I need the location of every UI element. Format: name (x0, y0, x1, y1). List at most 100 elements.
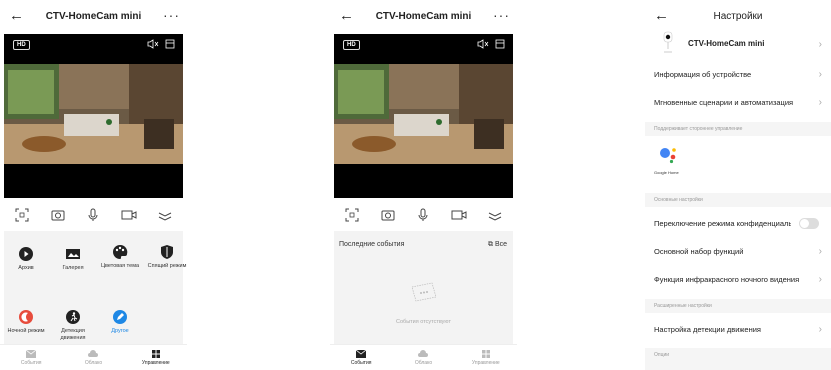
fullscreen-icon[interactable] (494, 38, 506, 50)
ir-night-row[interactable]: Функция инфракрасного ночного видения › (645, 267, 831, 291)
grid-label: Другое (111, 328, 129, 334)
nav-label: События (350, 359, 372, 366)
camera-events-panel: ← CTV-HomeCam mini ··· HD Последние собы… (330, 0, 517, 370)
camera-feed-image (334, 64, 513, 164)
device-title: CTV-HomeCam mini (375, 11, 472, 22)
settings-title: Настройки (713, 11, 763, 22)
grid-item-archive[interactable]: Архив (6, 246, 46, 272)
nav-label: Облако (84, 359, 103, 366)
grid-item-other[interactable]: Другое (100, 309, 140, 335)
nav-cloud[interactable]: Облако (398, 349, 448, 366)
camera-toolbar (330, 205, 517, 225)
camera-control-panel: ← CTV-HomeCam mini ··· HD Архив Галерея … (0, 0, 187, 370)
row-label: Мгновенные сценарии и автоматизация (654, 98, 794, 107)
video-view[interactable]: HD (4, 34, 183, 198)
image-icon (66, 249, 80, 259)
events-title: Последние события (339, 241, 405, 248)
fullscreen-icon[interactable] (164, 38, 176, 50)
more-icon[interactable]: ··· (163, 7, 180, 23)
row-label: Переключение режима конфиденциальности (654, 219, 791, 228)
camera-device-icon (663, 31, 673, 53)
screenshot-frame-icon[interactable] (13, 206, 31, 224)
nav-cloud[interactable]: Облако (68, 349, 118, 366)
chevron-right-icon: › (818, 274, 822, 285)
device-row[interactable]: CTV-HomeCam mini › (645, 30, 831, 58)
camera-toolbar (0, 205, 187, 225)
section-label: Поддерживает стороннее управление (654, 126, 743, 132)
cloud-icon (88, 349, 99, 357)
shield-icon (161, 245, 173, 259)
nav-label: Управление (471, 359, 500, 366)
more-icon[interactable]: ··· (493, 7, 510, 23)
motion-detection-row[interactable]: Настройка детекции движения › (645, 317, 831, 341)
layers-icon: ⧉ (487, 241, 493, 248)
google-home-row[interactable]: Google Home (645, 142, 831, 180)
grid-label: Ночной режим (7, 328, 45, 334)
mute-icon[interactable] (147, 38, 159, 50)
nav-control[interactable]: Управление (461, 349, 511, 366)
google-assistant-icon (660, 148, 676, 164)
chevron-right-icon: › (818, 97, 822, 108)
google-home-label: Google Home (654, 170, 679, 175)
grid-item-gallery[interactable]: Галерея (53, 246, 93, 272)
screenshot-frame-icon[interactable] (343, 206, 361, 224)
basic-functions-row[interactable]: Основной набор функций › (645, 239, 831, 263)
video-record-icon[interactable] (450, 206, 468, 224)
grid-label: Галерея (62, 265, 84, 271)
play-circle-icon (19, 247, 33, 261)
camera-icon[interactable] (49, 206, 67, 224)
microphone-icon[interactable] (84, 206, 102, 224)
device-title: CTV-HomeCam mini (45, 11, 142, 22)
nav-control[interactable]: Управление (131, 349, 181, 366)
grid-label: Цветовая тема (100, 263, 140, 269)
cloud-icon (418, 349, 429, 357)
grid-item-motion-detection[interactable]: Детекция движения (53, 309, 93, 342)
section-basic: Основные настройки (645, 193, 831, 207)
privacy-toggle-row: Переключение режима конфиденциальности (645, 211, 831, 235)
row-label: Основной набор функций (654, 247, 744, 256)
hd-badge[interactable]: HD (13, 40, 30, 50)
chevron-right-icon: › (818, 324, 822, 335)
nav-label: Управление (141, 359, 170, 366)
section-third-party: Поддерживает стороннее управление (645, 122, 831, 136)
empty-events-text: События отсутствуют (396, 319, 451, 325)
nav-label: Облако (414, 359, 433, 366)
row-label: Функция инфракрасного ночного видения (654, 275, 800, 284)
section-options: Опции (645, 348, 831, 370)
device-info-row[interactable]: Информация об устройстве › (645, 62, 831, 86)
grid-item-color-theme[interactable]: Цветовая тема (100, 244, 140, 270)
grid-icon (151, 349, 160, 358)
palette-icon (113, 244, 128, 259)
grid-label: Архив (18, 265, 34, 271)
chevron-right-icon: › (818, 69, 822, 80)
nav-events[interactable]: События (6, 349, 56, 366)
grid-item-night-mode[interactable]: Ночной режим (6, 309, 46, 335)
bottom-nav: События Облако Управление (0, 344, 187, 370)
grid-icon (481, 349, 490, 358)
scenes-row[interactable]: Мгновенные сценарии и автоматизация › (645, 90, 831, 114)
section-label: Расширенные настройки (654, 303, 712, 309)
header: ← Настройки (645, 0, 831, 34)
microphone-icon[interactable] (414, 206, 432, 224)
hd-badge[interactable]: HD (343, 40, 360, 50)
mute-icon[interactable] (477, 38, 489, 50)
empty-ticket-icon (411, 282, 437, 302)
section-label: Основные настройки (654, 197, 703, 203)
recent-events: Последние события ⧉ Все События отсутств… (334, 231, 513, 345)
grid-item-sleep-mode[interactable]: Спящий режим (147, 244, 187, 270)
video-record-icon[interactable] (120, 206, 138, 224)
device-name: CTV-HomeCam mini (688, 39, 765, 48)
events-all-button[interactable]: ⧉ Все (488, 241, 507, 249)
collapse-icon[interactable] (486, 206, 504, 224)
video-view[interactable]: HD (334, 34, 513, 198)
collapse-icon[interactable] (156, 206, 174, 224)
section-advanced: Расширенные настройки (645, 299, 831, 313)
events-all-label: Все (494, 241, 507, 248)
header: ← CTV-HomeCam mini ··· (0, 0, 187, 34)
nav-events[interactable]: События (336, 349, 386, 366)
camera-icon[interactable] (379, 206, 397, 224)
privacy-toggle[interactable] (799, 218, 819, 229)
envelope-icon (26, 349, 37, 358)
section-label: Опции (654, 352, 670, 358)
grid-label: Спящий режим (147, 263, 187, 269)
